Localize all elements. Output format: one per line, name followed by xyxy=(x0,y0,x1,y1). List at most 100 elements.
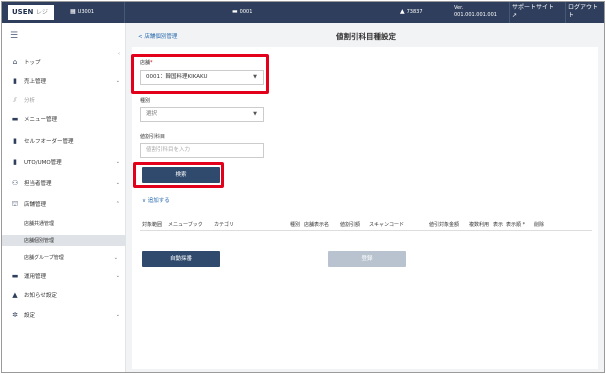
add-link[interactable]: ∨ 追加する xyxy=(142,196,170,204)
store-code-text: U3001 xyxy=(77,9,95,15)
header-divider xyxy=(509,2,510,23)
sales-icon: ▮ xyxy=(13,77,17,85)
auto-number-button-label: 自動採番 xyxy=(169,256,192,262)
user-id: ▲ 73837 xyxy=(400,8,423,15)
sidebar-item-operation[interactable]: ▬ 運用管理 ⌄ xyxy=(10,271,120,281)
sidebar-item-top[interactable]: ⌂ トップ xyxy=(10,57,120,67)
sidebar-item-label: 担当者管理 xyxy=(24,181,52,187)
store-code: ▦ U3001 xyxy=(70,8,94,15)
column-header: 表示順 * xyxy=(506,222,526,228)
sidebar-item-label: 分析 xyxy=(24,98,36,104)
external-link-icon: ↗ xyxy=(512,12,518,19)
sidebar-subitem-label: 店舗個別管理 xyxy=(24,238,55,244)
sidebar-item-store[interactable]: ⛫ 店舗管理 ⌃ xyxy=(10,199,120,209)
sidebar-item-sales[interactable]: ▮ 売上管理 ⌄ xyxy=(10,76,120,86)
sidebar-item-label: トップ xyxy=(24,60,41,66)
sidebar-item-staff[interactable]: ⚇ 担当者管理 ⌄ xyxy=(10,178,120,188)
type-select-value: 選択 xyxy=(146,111,158,117)
support-site-link[interactable]: サポートサイト ↗ xyxy=(512,4,564,20)
chevron-down-icon: ⌄ xyxy=(115,312,120,318)
building-icon: ▦ xyxy=(70,8,76,15)
type-select[interactable]: 選択 ▼ xyxy=(140,107,264,122)
chevron-down-icon: ⌄ xyxy=(113,254,118,261)
register-button[interactable]: 登録 xyxy=(328,251,406,267)
sidebar-item-settings[interactable]: ✲ 設定 ⌄ xyxy=(10,310,120,320)
column-header: 値引対象金額 xyxy=(429,222,460,228)
column-header: 削除 xyxy=(534,222,545,228)
sidebar-item-label: 売上管理 xyxy=(24,79,47,85)
sidebar-subitem-store-individual[interactable]: 店舗個別管理 xyxy=(2,235,126,246)
version-label: Ver. xyxy=(454,5,464,11)
sidebar-item-label: 店舗管理 xyxy=(24,202,47,208)
discount-input[interactable]: 値割引科目を入力 xyxy=(140,143,264,158)
sidebar-item-label: 設定 xyxy=(24,313,36,319)
sidebar: ☰ ‹ ⌂ トップ ▮ 売上管理 ⌄ ⫽ 分析 ▬ メニュー管理 ▮ セルフオー… xyxy=(2,23,126,372)
highlight-store-select xyxy=(131,54,269,94)
staff-icon: ⚇ xyxy=(11,179,19,187)
chevron-up-icon: ⌃ xyxy=(115,201,120,207)
version-value: 001.001.001.001 xyxy=(454,12,497,18)
chevron-down-icon: ⌄ xyxy=(115,180,120,186)
type-field-label: 種別 xyxy=(140,98,151,104)
column-header: 複数利用 xyxy=(469,222,490,228)
sidebar-item-notice[interactable]: ▲ お知らせ設定 xyxy=(10,290,120,300)
header-divider xyxy=(565,2,566,23)
table-header: 対象範囲 メニューブック カテゴリ 種別 店舗表示名 値割引額 スキャンコード … xyxy=(140,217,592,231)
sidebar-item-uto-umo[interactable]: ▮ UTO/UMO管理 ⌄ xyxy=(10,157,120,167)
column-header: 値割引額 xyxy=(340,222,361,228)
logo-sub-text: レジ xyxy=(35,9,48,16)
menu-icon: ▬ xyxy=(11,115,19,123)
column-header: カテゴリ xyxy=(214,222,235,228)
logout-arrow-icon: ト xyxy=(568,12,575,19)
store-icon: ⛫ xyxy=(11,199,19,208)
column-header: スキャンコード xyxy=(369,222,405,228)
hamburger-menu-icon[interactable]: ☰ xyxy=(10,31,18,41)
chart-icon: ⫽ xyxy=(13,95,17,104)
support-label: サポートサイト xyxy=(512,4,555,11)
discount-input-placeholder: 値割引科目を入力 xyxy=(146,147,191,153)
form-panel: 店舗* 0001：韓国料理KIKAKU ▼ 種別 選択 ▼ 値割引科目 値割引科… xyxy=(132,47,598,369)
sidebar-item-analysis[interactable]: ⫽ 分析 xyxy=(10,95,120,105)
column-header: メニューブック xyxy=(168,222,203,228)
register-icon: ▬ xyxy=(232,8,238,15)
user-text: 73837 xyxy=(406,9,423,15)
sidebar-subitem-store-common[interactable]: 店舗共通管理 xyxy=(2,218,126,229)
column-header: 店舗表示名 xyxy=(304,222,330,228)
logout-label: ログアウト xyxy=(568,4,599,11)
sidebar-subitem-label: 店舗グループ管理 xyxy=(24,255,64,261)
self-order-icon: ▮ xyxy=(13,137,17,145)
logo-main-text: USEN xyxy=(12,8,34,16)
highlight-search-button xyxy=(133,162,224,188)
sidebar-subitem-label: 店舗共通管理 xyxy=(24,221,55,227)
version-info: Ver. 001.001.001.001 xyxy=(454,5,497,19)
sidebar-item-label: セルフオーダー管理 xyxy=(24,139,74,145)
user-icon: ▲ xyxy=(400,8,405,15)
page-title: 値割引科目種設定 xyxy=(336,32,396,41)
chevron-down-icon: ⌄ xyxy=(115,78,120,84)
register-button-label: 登録 xyxy=(361,256,373,262)
sidebar-item-label: お知らせ設定 xyxy=(24,293,57,299)
column-header: 表示 xyxy=(493,222,504,228)
uto-icon: ▮ xyxy=(13,158,17,166)
sidebar-item-menu[interactable]: ▬ メニュー管理 xyxy=(10,114,120,124)
sidebar-subitem-store-group[interactable]: 店舗グループ管理 ⌄ xyxy=(2,252,126,263)
auto-number-button[interactable]: 自動採番 xyxy=(142,251,220,267)
column-header: 種別 xyxy=(290,222,301,228)
dropdown-caret-icon: ▼ xyxy=(253,111,257,117)
sidebar-item-label: UTO/UMO管理 xyxy=(24,160,62,166)
top-header: USEN レジ ▦ U3001 ▬ 0001 ▲ 73837 Ver. 001.001… xyxy=(2,2,604,23)
chevron-down-icon: ⌄ xyxy=(115,159,120,165)
logout-button[interactable]: ログアウト ト xyxy=(568,4,604,20)
usen-logo[interactable]: USEN レジ xyxy=(8,5,54,20)
discount-field-label: 値割引科目 xyxy=(140,134,166,140)
app-window: USEN レジ ▦ U3001 ▬ 0001 ▲ 73837 Ver. 001.001… xyxy=(1,1,605,373)
sidebar-item-label: 運用管理 xyxy=(24,274,47,280)
chevron-down-icon: ⌄ xyxy=(115,273,120,279)
gear-icon: ✲ xyxy=(12,311,18,319)
terminal-id: ▬ 0001 xyxy=(232,8,252,15)
sidebar-item-label: メニュー管理 xyxy=(24,117,58,123)
sidebar-item-self-order[interactable]: ▮ セルフオーダー管理 xyxy=(10,136,120,146)
bell-icon: ▲ xyxy=(12,291,18,299)
header-divider xyxy=(124,2,125,23)
column-header: 対象範囲 xyxy=(142,222,163,228)
